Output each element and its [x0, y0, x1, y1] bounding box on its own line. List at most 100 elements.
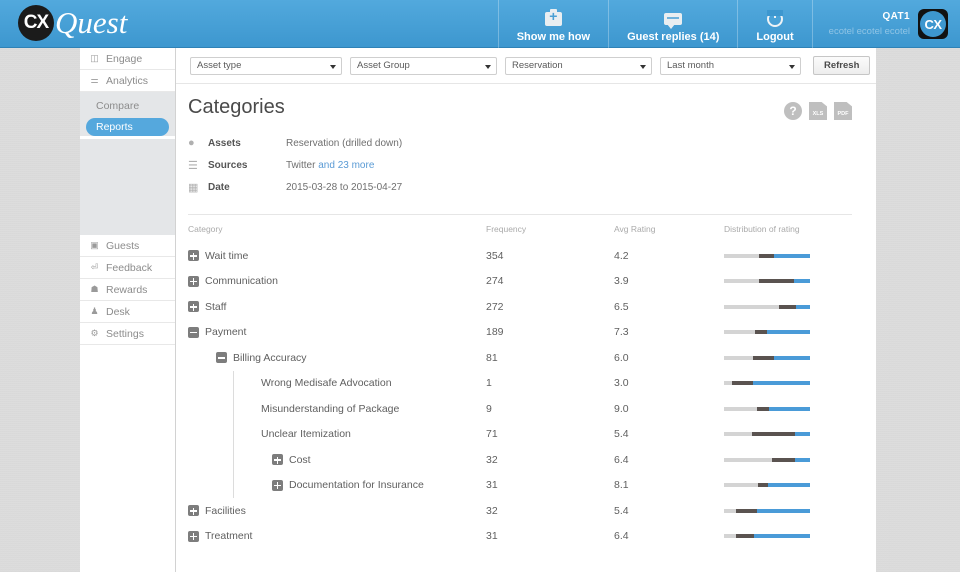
collapse-row-icon[interactable] — [216, 352, 227, 364]
feedback-icon: ⏎ — [90, 262, 99, 272]
table-row[interactable]: Treatment 31 6.4 — [188, 524, 852, 550]
sidebar-item-guests[interactable]: ▣ Guests — [80, 235, 175, 257]
calendar-icon: ▦ — [188, 181, 199, 194]
category-name: Unclear Itemization — [261, 428, 351, 441]
table-row[interactable]: Misunderstanding of Package 9 9.0 — [188, 396, 852, 422]
date-label: Date — [208, 181, 230, 193]
cell-frequency: 272 — [486, 300, 504, 313]
sidebar-item-settings[interactable]: ⚙ Settings — [80, 323, 175, 345]
refresh-button[interactable]: Refresh — [813, 56, 871, 75]
distribution-segment-positive — [754, 534, 810, 539]
sidebar-item-feedback[interactable]: ⏎ Feedback — [80, 257, 175, 279]
table-row[interactable]: Wait time 354 4.2 — [188, 243, 852, 269]
table-row[interactable]: Communication 274 3.9 — [188, 269, 852, 295]
table-row[interactable]: Cost 32 6.4 — [188, 447, 852, 473]
cell-avg-rating: 4.2 — [614, 249, 629, 262]
cell-category: Payment — [188, 320, 486, 346]
cell-frequency: 31 — [486, 479, 498, 492]
sidebar-item-analytics[interactable]: ⚌ Analytics — [80, 70, 175, 92]
expand-row-icon[interactable] — [188, 530, 199, 542]
distribution-segment-neutral — [759, 253, 774, 258]
distribution-segment-neutral — [756, 406, 769, 411]
asset-type-select[interactable]: Asset type — [190, 56, 342, 75]
period-select[interactable]: Last month — [660, 56, 801, 75]
sidebar-subnav: Compare Reports — [80, 92, 175, 136]
table-row[interactable]: Payment 189 7.3 — [188, 320, 852, 346]
table-body: Wait time 354 4.2 Communication 274 3.9 Staff 2… — [188, 243, 852, 549]
cell-frequency: 274 — [486, 275, 504, 288]
distribution-bar — [724, 457, 810, 462]
report-panel: Categories ? XLS PDF ● Assets Reservatio… — [176, 84, 876, 549]
cell-category: Wrong Medisafe Advocation — [188, 370, 486, 396]
distribution-bar — [724, 304, 810, 309]
analytics-icon: ⚌ — [90, 75, 99, 85]
cell-avg-rating: 6.0 — [614, 351, 629, 364]
cell-frequency: 354 — [486, 249, 504, 262]
sidebar-item-compare[interactable]: Compare — [86, 97, 169, 115]
cell-avg-rating: 6.5 — [614, 300, 629, 313]
table-row[interactable]: Staff 272 6.5 — [188, 294, 852, 320]
table-row[interactable]: Unclear Itemization 71 5.4 — [188, 421, 852, 447]
tree-line — [233, 447, 234, 473]
guests-icon: ▣ — [90, 240, 99, 250]
cell-category: Treatment — [188, 524, 486, 550]
collapse-row-icon[interactable] — [188, 326, 199, 338]
expand-row-icon[interactable] — [188, 275, 199, 287]
distribution-segment-positive — [766, 330, 810, 335]
sources-more-link[interactable]: and 23 more — [318, 160, 374, 171]
distribution-bar — [724, 534, 810, 539]
cell-frequency: 1 — [486, 377, 492, 390]
distribution-bar — [724, 432, 810, 437]
sidebar-item-desk[interactable]: ♟ Desk — [80, 301, 175, 323]
table-row[interactable]: Wrong Medisafe Advocation 1 3.0 — [188, 370, 852, 396]
table-row[interactable]: Billing Accuracy 81 6.0 — [188, 345, 852, 371]
distribution-bar — [724, 355, 810, 360]
expand-row-icon[interactable] — [272, 479, 283, 491]
expand-row-icon[interactable] — [188, 505, 199, 517]
distribution-segment-positive — [773, 355, 810, 360]
location-pin-icon: ● — [188, 137, 195, 149]
account-name: QAT1 — [882, 10, 910, 22]
distribution-segment-neutral — [757, 483, 768, 488]
top-bar: CX Quest Show me how Guest replies (14) … — [0, 0, 960, 48]
briefcase-plus-icon — [544, 8, 562, 28]
speech-bubble-icon — [664, 9, 683, 29]
expand-row-icon[interactable] — [188, 301, 199, 313]
cell-distribution — [724, 483, 844, 488]
category-name: Documentation for Insurance — [289, 479, 424, 492]
pdf-export-icon[interactable]: PDF — [834, 102, 852, 120]
guest-replies-button[interactable]: Guest replies (14) — [608, 0, 737, 48]
account-menu[interactable]: QAT1 ecotel ecotel ecotel CX — [811, 0, 960, 48]
cell-avg-rating: 6.4 — [614, 453, 629, 466]
logout-button[interactable]: Logout — [737, 0, 811, 48]
distribution-segment-positive — [753, 381, 810, 386]
sources-value: Twitter and 23 more — [286, 160, 374, 171]
distribution-segment-negative — [724, 432, 752, 437]
distribution-segment-negative — [724, 508, 737, 513]
guest-replies-label: Guest replies (14) — [627, 31, 720, 43]
cell-category: Billing Accuracy — [188, 345, 486, 371]
sidebar-item-reports[interactable]: Reports — [86, 118, 169, 136]
xls-export-icon[interactable]: XLS — [809, 102, 827, 120]
cell-avg-rating: 7.3 — [614, 326, 629, 339]
expand-row-icon[interactable] — [272, 454, 283, 466]
table-row[interactable]: Documentation for Insurance 31 8.1 — [188, 472, 852, 498]
distribution-segment-negative — [724, 355, 754, 360]
table-row[interactable]: Facilities 32 5.4 — [188, 498, 852, 524]
distribution-segment-positive — [793, 279, 810, 284]
show-me-how-button[interactable]: Show me how — [497, 0, 608, 48]
engage-icon: ◫ — [90, 53, 99, 63]
app-logo[interactable]: CX Quest — [18, 5, 127, 41]
assets-label: Assets — [208, 137, 241, 149]
distribution-segment-positive — [756, 508, 810, 513]
asset-group-select[interactable]: Asset Group — [350, 56, 497, 75]
sidebar-item-engage[interactable]: ◫ Engage — [80, 48, 175, 70]
gear-icon: ⚙ — [90, 328, 99, 338]
expand-row-icon[interactable] — [188, 250, 199, 262]
sidebar-label-feedback: Feedback — [106, 261, 153, 274]
sidebar-item-rewards[interactable]: ☗ Rewards — [80, 279, 175, 301]
help-icon[interactable]: ? — [784, 102, 802, 120]
cell-distribution — [724, 355, 844, 360]
sidebar-label-engage: Engage — [106, 52, 143, 65]
reservation-select[interactable]: Reservation — [505, 56, 652, 75]
